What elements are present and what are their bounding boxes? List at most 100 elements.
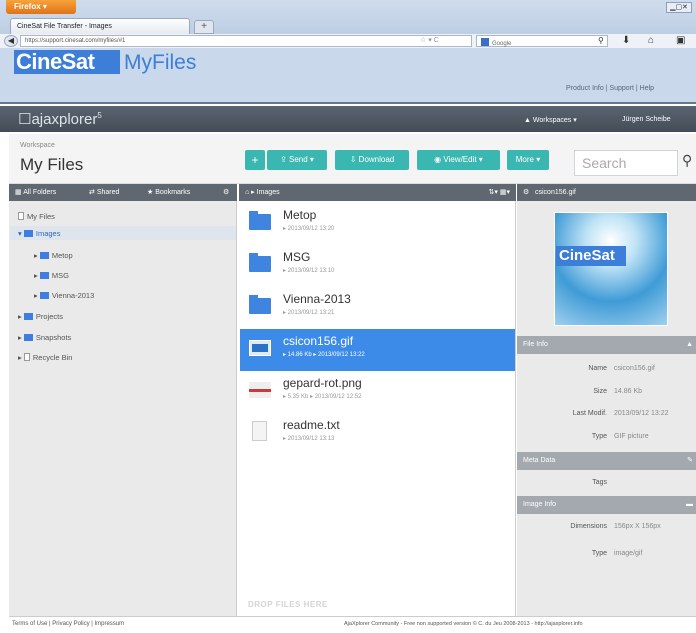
tree-item-vienna-2013[interactable]: ▸ Vienna-2013 [34,291,94,300]
folder-icon [39,252,49,259]
tree-item-snapshots[interactable]: ▸ Snapshots [18,333,71,342]
file-list-header: ⌂ ▸ Images ⇅▾ ▦▾ [239,184,516,201]
gear-icon[interactable]: ⚙ [223,184,229,201]
folder-icon [23,334,33,341]
image-info-icon[interactable]: ▬ [686,496,693,514]
file-meta: ▸ 2013/09/12 13:10 [283,268,335,274]
image-info-key: Dimensions [570,523,607,530]
brand-subtitle: MyFiles [124,51,197,74]
folder-panel-header: ▦ All Folders ⇄ Shared ★ Bookmarks ⚙ [9,184,237,201]
file-row[interactable]: Vienna-2013 ▸ 2013/09/12 13:21 [240,287,515,329]
ajaxplorer-version: 5 [97,111,102,120]
tab-shared-label: Shared [96,189,120,196]
expand-icon[interactable]: ▸ [18,312,22,321]
info-gear-icon[interactable]: ⚙ [523,184,529,201]
search-icon[interactable]: ⚲ [682,152,692,169]
tab-title: CineSat File Transfer - Images [17,23,112,30]
file-row[interactable]: gepard-rot.png ▸ 5.35 Kb ▸ 2013/09/12 12… [240,371,515,413]
top-links[interactable]: Product Info | Support | Help [566,85,654,92]
tree-label: Recycle Bin [32,353,73,362]
url-bar-icons[interactable]: ☆ ▾ C [420,36,439,44]
file-preview-image[interactable] [554,212,668,326]
folder-icon [23,313,33,320]
meta-data-key: Tags [592,479,607,486]
window-controls[interactable]: ▁▢✕ [666,2,692,13]
folder-icon [39,272,49,279]
file-name: Vienna-2013 [283,292,351,306]
send-button[interactable]: ⇪ Send ▾ [267,150,327,170]
file-name: csicon156.gif [283,334,354,348]
edit-icon[interactable]: ✎ [687,452,693,470]
file-row[interactable]: Metop ▸ 2013/09/12 13:20 [240,203,515,245]
tab-all-folders[interactable]: ▦ All Folders [15,184,56,201]
tree-label: Vienna-2013 [51,291,95,300]
file-info-title: File Info [523,341,548,348]
tab-bookmarks[interactable]: ★ Bookmarks [147,184,190,201]
tree-item-msg[interactable]: ▸ MSG [34,271,69,280]
download-icon[interactable]: ⬇ [622,35,630,46]
image-info-header: Image Info ▬ [517,496,696,514]
user-menu[interactable]: Jürgen Scheibe [622,116,671,123]
expand-icon[interactable]: ▸ [34,251,38,260]
back-button[interactable]: ◀ [4,35,18,47]
workspace-label: Workspace [20,142,55,149]
file-meta: ▸ 2013/09/12 13:13 [283,436,335,442]
image-info-value: image/gif [614,550,643,557]
url-bar[interactable]: https://support.cinesat.com/myfiles/#1 [20,35,472,47]
tree-label: Metop [51,251,73,260]
file-name: Metop [283,208,317,222]
workspace-name[interactable]: My Files [20,155,83,175]
expand-icon[interactable]: ▸ [18,353,22,362]
file-meta: ▸ 2013/09/12 13:21 [283,310,335,316]
file-row[interactable]: readme.txt ▸ 2013/09/12 13:13 [240,413,515,455]
file-meta: ▸ 5.35 Kb ▸ 2013/09/12 12:52 [283,394,362,400]
browser-search-icon[interactable]: ⚲ [598,36,604,45]
tree-item-my-files[interactable]: My Files [18,212,55,221]
tree-item-recycle-bin[interactable]: ▸ Recycle Bin [18,353,72,362]
browser-search-bar[interactable]: Google [476,35,608,47]
file-info-header: File Info ▲ [517,336,696,354]
file-info-icon[interactable]: ▲ [686,336,693,354]
download-button[interactable]: ⇩ Download [335,150,409,170]
drop-files-hint[interactable]: DROP FILES HERE [248,600,328,609]
file-info-key: Type [591,433,607,440]
expand-icon[interactable]: ▾ [18,229,22,238]
more-button[interactable]: More ▾ [507,150,549,170]
folder-icon [249,211,271,230]
ajaxplorer-logo-text: ajaxplorer [31,111,98,128]
search-input[interactable]: Search [574,150,678,176]
add-button[interactable]: + [245,150,265,170]
browser-tab[interactable]: CineSat File Transfer - Images [10,18,190,34]
firefox-menu-button[interactable]: Firefox ▾ [6,0,76,14]
image-info-key: Type [591,550,607,557]
menu-icon[interactable]: ▣ [676,35,685,46]
file-row[interactable]: MSG ▸ 2013/09/12 13:10 [240,245,515,287]
breadcrumb[interactable]: ⌂ ▸ Images [245,184,280,201]
home-icon[interactable]: ⌂ [648,35,654,46]
view-edit-button[interactable]: ◉ View/Edit ▾ [417,150,500,170]
google-icon [481,38,489,46]
search-engine-label: Google [492,41,512,47]
tab-shared[interactable]: ⇄ Shared [89,184,119,201]
workspaces-menu[interactable]: ▲ Workspaces ▾ [524,116,577,124]
view-controls[interactable]: ⇅▾ ▦▾ [489,184,510,201]
expand-icon[interactable]: ▸ [18,333,22,342]
footer-links[interactable]: Terms of Use | Privacy Policy | Impressu… [12,621,124,627]
file-info-key: Size [593,388,607,395]
tree-item-metop[interactable]: ▸ Metop [34,251,73,260]
folder-icon [23,230,33,237]
file-row-selected[interactable]: csicon156.gif ▸ 14.86 Kb ▸ 2013/09/12 13… [240,329,515,371]
file-meta: ▸ 2013/09/12 13:20 [283,226,335,232]
folder-icon [249,295,271,314]
tree-item-images[interactable]: ▾ Images [18,229,60,238]
tree-item-projects[interactable]: ▸ Projects [18,312,63,321]
expand-icon[interactable]: ▸ [34,271,38,280]
file-meta: ▸ 14.86 Kb ▸ 2013/09/12 13:22 [283,352,365,358]
back-arrow-icon: ◀ [7,36,15,45]
new-tab-button[interactable]: + [194,20,214,34]
tab-bookmarks-label: Bookmarks [155,189,191,196]
expand-icon[interactable]: ▸ [34,291,38,300]
tree-label: Projects [35,312,63,321]
tree-label: My Files [27,212,55,221]
meta-data-header: Meta Data ✎ [517,452,696,470]
